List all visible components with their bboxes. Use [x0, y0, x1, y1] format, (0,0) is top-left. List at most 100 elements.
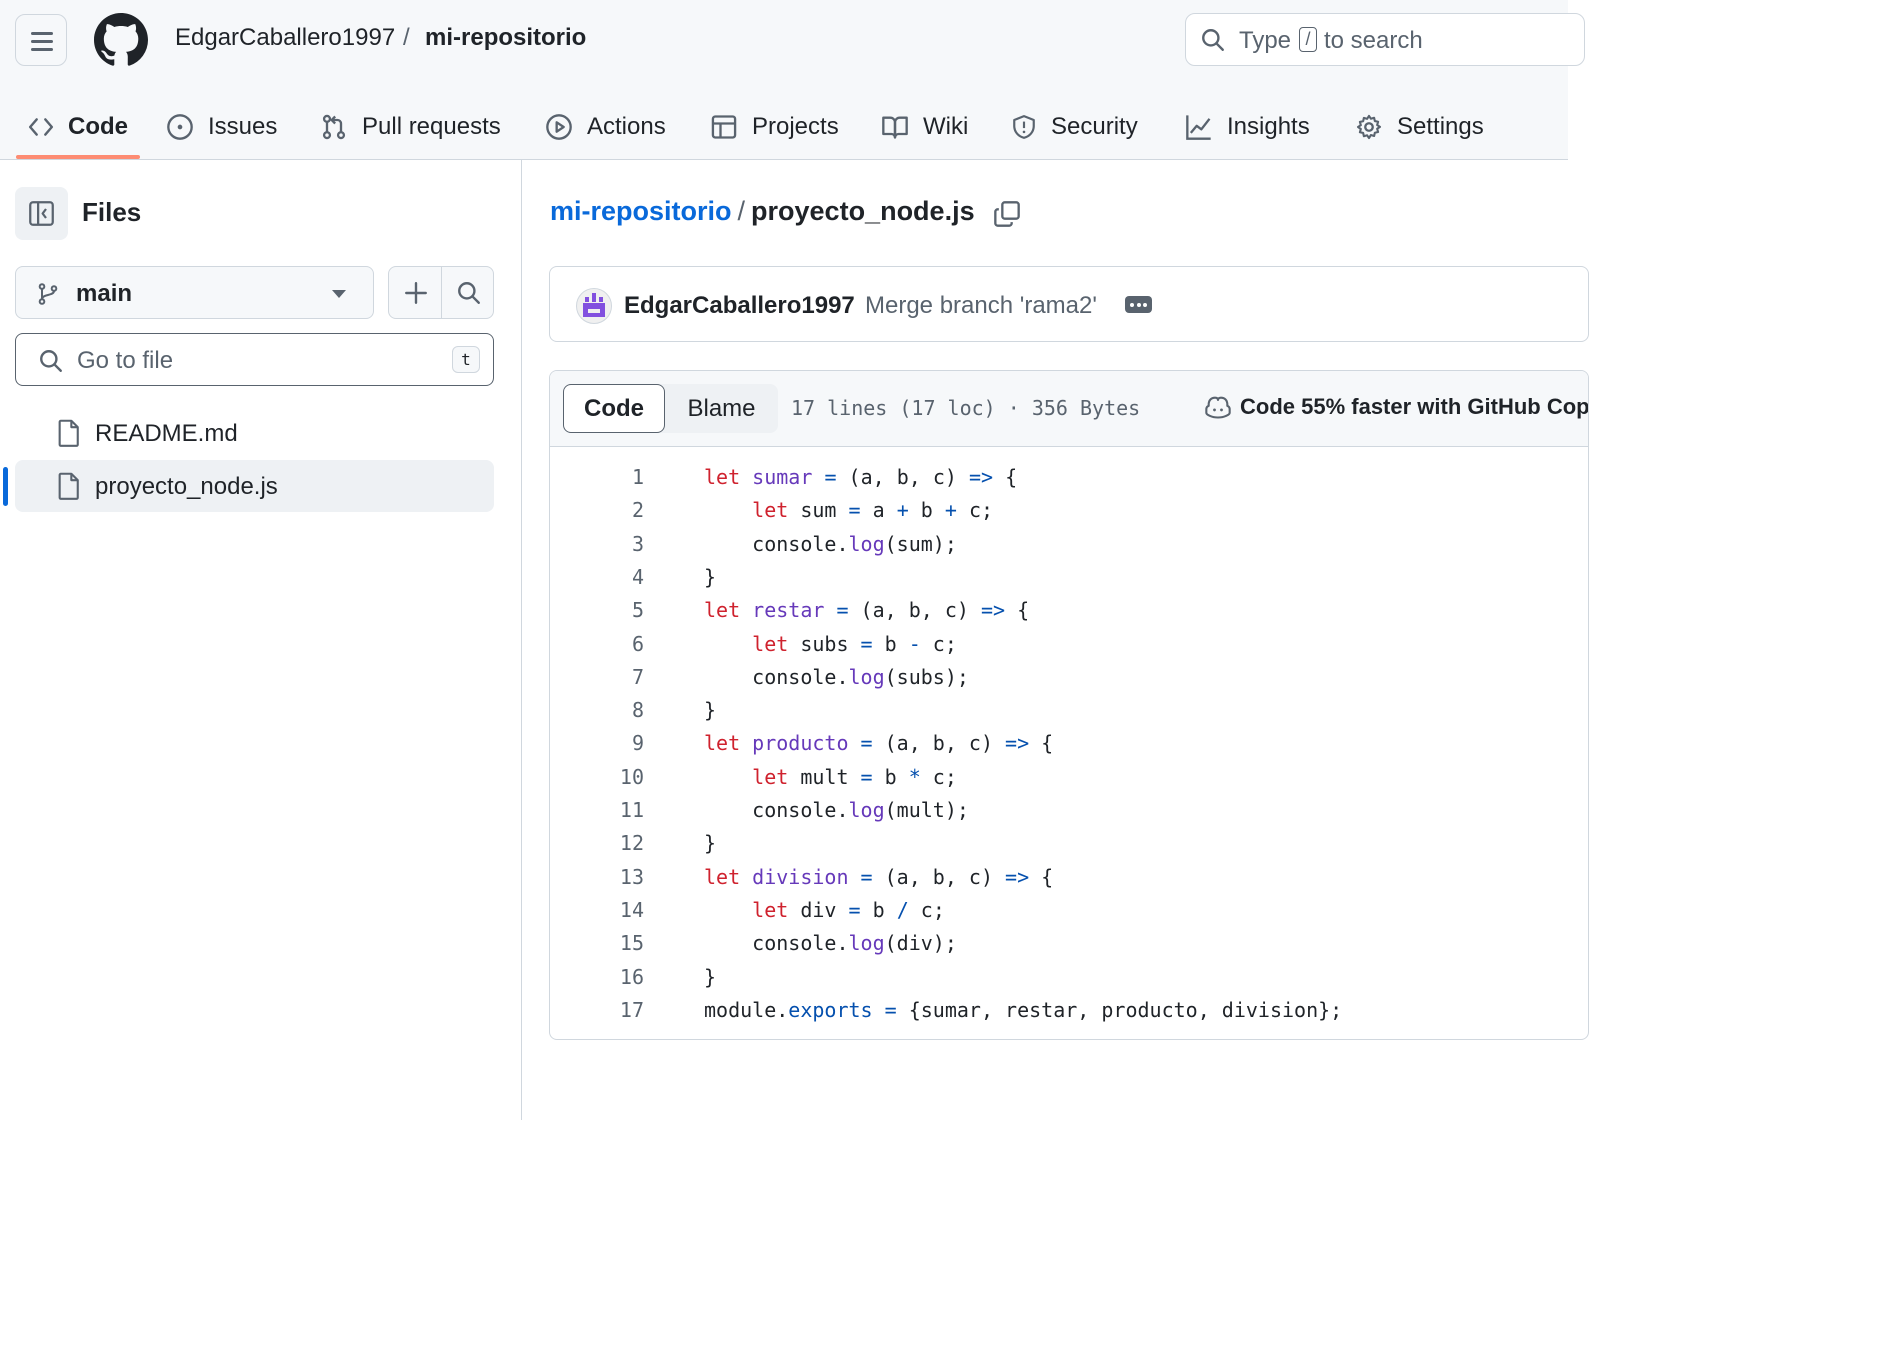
- active-tab-indicator: [16, 155, 140, 159]
- code-line-text: module.exports = {sumar, restar, product…: [704, 997, 1343, 1022]
- repo-owner-link[interactable]: EdgarCaballero1997: [175, 24, 395, 52]
- copilot-promo-link[interactable]: Code 55% faster with GitHub Copilot: [1204, 394, 1588, 420]
- plus-icon: [404, 281, 427, 304]
- file-stats: 17 lines (17 loc) · 356 Bytes: [791, 396, 1141, 420]
- code-line: 12}: [550, 827, 1588, 860]
- code-line-text: let sumar = (a, b, c) => {: [704, 465, 1018, 489]
- breadcrumb-repo-link[interactable]: mi-repositorio: [550, 196, 732, 226]
- avatar[interactable]: [576, 288, 612, 324]
- repo-header: EdgarCaballero1997 / mi-repositorio Type…: [0, 0, 1585, 160]
- sidebar-divider[interactable]: [521, 159, 522, 1120]
- search-input[interactable]: Type / to search: [1185, 13, 1585, 66]
- code-line: 6 let subs = b - c;: [550, 628, 1588, 661]
- tab-wiki[interactable]: Wiki: [881, 95, 968, 159]
- search-files-button[interactable]: [442, 267, 495, 318]
- code-view-button[interactable]: Code: [563, 384, 665, 433]
- line-number[interactable]: 16: [550, 961, 644, 994]
- code-line-text: let subs = b - c;: [752, 631, 957, 656]
- git-branch-icon: [38, 283, 58, 305]
- tab-security[interactable]: Security: [1011, 95, 1138, 159]
- tab-pull-requests-label: Pull requests: [362, 113, 501, 140]
- line-number[interactable]: 9: [550, 727, 644, 760]
- line-number[interactable]: 5: [550, 594, 644, 627]
- line-number[interactable]: 11: [550, 794, 644, 827]
- code-line-text: let sum = a + b + c;: [752, 498, 994, 523]
- code-line: 1 let sumar = (a, b, c) => {: [550, 461, 1588, 494]
- line-number[interactable]: 7: [550, 661, 644, 694]
- book-icon: [882, 116, 908, 139]
- line-number[interactable]: 12: [550, 827, 644, 860]
- line-number[interactable]: 4: [550, 561, 644, 594]
- breadcrumb: mi-repositorio / proyecto_node.js: [550, 196, 975, 227]
- tab-issues-label: Issues: [208, 113, 278, 140]
- tab-security-label: Security: [1051, 113, 1138, 140]
- line-number[interactable]: 2: [550, 494, 644, 527]
- tab-issues[interactable]: Issues: [166, 95, 277, 159]
- tab-pull-requests[interactable]: Pull requests: [320, 95, 501, 159]
- git-pull-request-icon: [322, 114, 346, 140]
- issue-opened-icon: [167, 114, 193, 140]
- breadcrumb-file-name: proyecto_node.js: [751, 196, 975, 226]
- code-line-text: }: [704, 964, 717, 989]
- code-line-text: }: [704, 698, 717, 723]
- code-line-text: }: [704, 831, 717, 856]
- commit-details-toggle-icon[interactable]: [1125, 296, 1152, 313]
- code-line-text: let mult = b * c;: [752, 764, 957, 789]
- branch-name: main: [76, 280, 133, 307]
- line-number[interactable]: 6: [550, 628, 644, 661]
- go-to-file-shortcut-key: t: [452, 346, 480, 373]
- code-line: 11 console.log(mult);: [550, 794, 1588, 827]
- search-icon: [457, 281, 480, 304]
- hamburger-menu-button[interactable]: [15, 14, 67, 66]
- branch-selector-button[interactable]: main: [15, 266, 374, 319]
- line-number[interactable]: 8: [550, 694, 644, 727]
- breadcrumb-separator: /: [737, 196, 746, 226]
- gear-icon: [1356, 114, 1382, 140]
- line-number[interactable]: 15: [550, 927, 644, 960]
- code-line: 10 let mult = b * c;: [550, 761, 1588, 794]
- files-panel-title: Files: [82, 197, 142, 227]
- line-number[interactable]: 14: [550, 894, 644, 927]
- code-line-text: console.log(sum);: [704, 531, 957, 556]
- copilot-icon: [1205, 396, 1231, 419]
- code-line-text: }: [704, 564, 717, 589]
- file-tree-item-proyecto-node[interactable]: proyecto_node.js: [15, 460, 494, 512]
- line-number[interactable]: 3: [550, 528, 644, 561]
- line-number[interactable]: 1: [550, 461, 644, 494]
- tab-insights-label: Insights: [1227, 113, 1310, 140]
- commit-author-link[interactable]: EdgarCaballero1997: [624, 292, 855, 320]
- tab-settings-label: Settings: [1397, 113, 1484, 140]
- code-line-text: console.log(div);: [704, 931, 957, 956]
- go-to-file-placeholder: Go to file: [77, 347, 174, 374]
- code-line: 9 let producto = (a, b, c) => {: [550, 727, 1588, 760]
- file-tree-item-readme[interactable]: README.md: [15, 407, 494, 459]
- search-placeholder-suffix: to search: [1324, 27, 1423, 54]
- code-line: 17 module.exports = {sumar, restar, produ…: [550, 994, 1588, 1027]
- code-line: 16}: [550, 961, 1588, 994]
- commit-message-link[interactable]: Merge branch 'rama2': [865, 292, 1097, 320]
- code-viewer: Code Blame 17 lines (17 loc) · 356 Bytes…: [549, 370, 1589, 1040]
- code-line-text: console.log(mult);: [704, 798, 969, 822]
- code-icon: [28, 118, 54, 136]
- github-logo-icon[interactable]: [94, 13, 148, 67]
- code-line: 4}: [550, 561, 1588, 594]
- line-number[interactable]: 13: [550, 861, 644, 894]
- tab-insights[interactable]: Insights: [1185, 95, 1310, 159]
- add-file-button[interactable]: [389, 267, 442, 318]
- code-line-text: let restar = (a, b, c) => {: [704, 598, 1030, 623]
- owner-repo-separator: /: [403, 24, 410, 51]
- repo-nav-tabs: Code Issues Pull requests Actions Projec…: [0, 95, 1568, 159]
- tab-settings[interactable]: Settings: [1355, 95, 1484, 159]
- search-icon: [40, 350, 62, 372]
- line-number[interactable]: 17: [550, 994, 644, 1027]
- repo-name-link[interactable]: mi-repositorio: [425, 24, 586, 52]
- line-number[interactable]: 10: [550, 761, 644, 794]
- tab-projects[interactable]: Projects: [710, 95, 839, 159]
- search-placeholder-prefix: Type: [1239, 27, 1292, 54]
- go-to-file-input[interactable]: Go to file t: [15, 333, 494, 386]
- collapse-sidebar-button[interactable]: [15, 187, 68, 240]
- tab-actions[interactable]: Actions: [545, 95, 666, 159]
- blame-view-button[interactable]: Blame: [665, 384, 778, 433]
- tab-code[interactable]: Code: [28, 95, 128, 159]
- copy-path-icon[interactable]: [993, 200, 1021, 228]
